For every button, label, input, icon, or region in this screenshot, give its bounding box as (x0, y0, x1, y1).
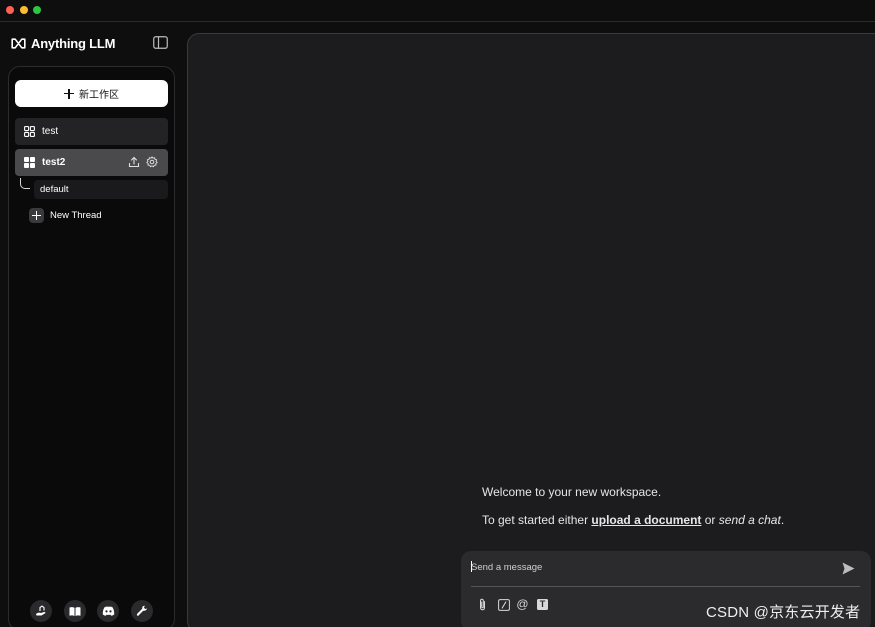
new-workspace-label: 新工作区 (79, 90, 119, 101)
new-thread-button[interactable]: New Thread (29, 207, 102, 223)
workspace-item-test[interactable]: test (15, 118, 168, 145)
window-titlebar (0, 0, 875, 22)
thread-label: default (40, 184, 69, 195)
thread-connector (20, 178, 30, 189)
instructions-prefix: To get started either (482, 513, 592, 527)
upload-document-link[interactable]: upload a document (591, 513, 701, 527)
at-mention-icon[interactable]: @ (516, 598, 529, 611)
discord-icon (102, 606, 114, 616)
new-thread-label: New Thread (50, 209, 102, 221)
send-icon[interactable] (841, 561, 856, 576)
gear-icon[interactable] (146, 156, 158, 168)
new-workspace-button[interactable]: 新工作区 (15, 80, 168, 107)
settings-button[interactable] (131, 600, 153, 622)
workspace-label: test2 (42, 157, 66, 168)
docs-button[interactable] (64, 600, 86, 622)
discord-button[interactable] (97, 600, 119, 622)
instructions-middle: or (701, 513, 719, 527)
message-input[interactable] (471, 559, 831, 575)
thread-item-default[interactable]: default (34, 180, 168, 199)
upload-icon[interactable] (128, 156, 140, 168)
workspace-actions (128, 156, 158, 168)
docs-book-icon (69, 606, 81, 616)
instructions-suffix: . (780, 513, 785, 527)
workspace-item-test2[interactable]: test2 (15, 149, 168, 176)
brand-logo: Anything LLM (11, 35, 115, 51)
infinity-logo-icon (11, 37, 26, 49)
window-maximize-button[interactable] (33, 6, 41, 14)
attach-file-button[interactable] (476, 598, 489, 611)
text-caret (471, 561, 472, 572)
community-hub-button[interactable] (30, 600, 52, 622)
window-close-button[interactable] (6, 6, 14, 14)
chat-divider (471, 586, 860, 587)
plus-icon (64, 88, 74, 99)
text-size-button[interactable]: T (536, 598, 549, 611)
workspace-label: test (42, 126, 59, 137)
grid-icon (24, 157, 35, 168)
slash-command-icon (497, 598, 510, 611)
watermark: CSDN @京东云开发者 (706, 604, 861, 621)
brand-name: Anything LLM (31, 35, 116, 51)
settings-wrench-icon (136, 605, 148, 616)
getting-started-text: To get started either upload a document … (482, 513, 784, 527)
welcome-text: Welcome to your new workspace. (482, 485, 662, 499)
slash-command-button[interactable] (497, 598, 510, 611)
text-size-icon: T (537, 599, 548, 610)
plus-icon (29, 207, 44, 223)
attachment-icon (480, 598, 485, 611)
grid-icon (24, 126, 35, 137)
community-hub-icon (36, 605, 46, 616)
send-chat-text: send a chat (718, 513, 781, 527)
sidebar-toggle-icon[interactable] (153, 36, 168, 49)
window-minimize-button[interactable] (20, 6, 28, 14)
main-panel (187, 33, 875, 627)
